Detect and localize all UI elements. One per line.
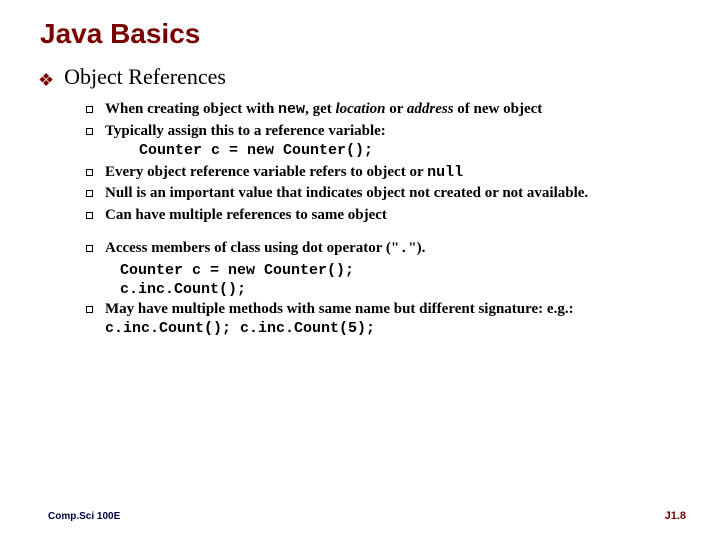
subtitle-text: Object References <box>64 64 226 90</box>
list-item-text: When creating object with new, get locat… <box>105 100 542 120</box>
slide-title: Java Basics <box>40 18 682 50</box>
list-item-text: Can have multiple references to same obj… <box>105 206 387 226</box>
footer-left: Comp.Sci 100E <box>48 511 120 522</box>
square-bullet-icon <box>86 106 93 113</box>
square-bullet-icon <box>86 306 93 313</box>
spacer <box>86 227 672 239</box>
list-item: Typically assign this to a reference var… <box>86 122 672 161</box>
slide: Java Basics ❖ Object References When cre… <box>0 0 720 339</box>
list-item: When creating object with new, get locat… <box>86 100 672 120</box>
square-bullet-icon <box>86 245 93 252</box>
list-item: Access members of class using dot operat… <box>86 239 672 259</box>
list-item-text: Every object reference variable refers t… <box>105 163 463 183</box>
list-item-text: Access members of class using dot operat… <box>105 239 425 259</box>
square-bullet-icon <box>86 212 93 219</box>
footer-right: J1.8 <box>665 510 686 522</box>
list-item-text: Null is an important value that indicate… <box>105 184 588 204</box>
list-item: Every object reference variable refers t… <box>86 163 672 183</box>
square-bullet-icon <box>86 190 93 197</box>
list-item-text: Typically assign this to a reference var… <box>105 122 386 161</box>
list-item: Can have multiple references to same obj… <box>86 206 672 226</box>
code-line: Counter c = new Counter(); <box>120 261 672 281</box>
square-bullet-icon <box>86 128 93 135</box>
list-item-text: May have multiple methods with same name… <box>105 300 672 339</box>
list-item: May have multiple methods with same name… <box>86 300 672 339</box>
list-item: Null is an important value that indicate… <box>86 184 672 204</box>
code-line: c.inc.Count(); <box>120 280 672 300</box>
code-block: Counter c = new Counter(); c.inc.Count()… <box>120 261 672 300</box>
bullet-list: When creating object with new, get locat… <box>86 100 672 339</box>
subtitle-row: ❖ Object References <box>38 64 682 90</box>
square-bullet-icon <box>86 169 93 176</box>
diamond-bullet-icon: ❖ <box>38 71 54 89</box>
